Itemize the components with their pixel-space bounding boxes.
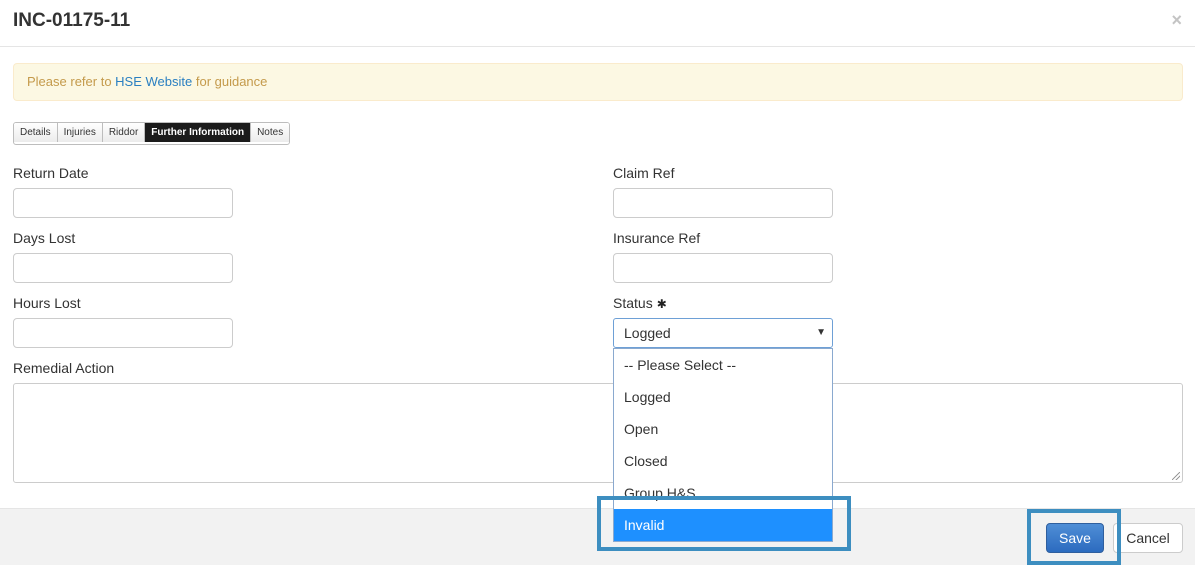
return-date-label: Return Date <box>13 165 89 181</box>
status-option-please-select[interactable]: -- Please Select -- <box>614 349 832 381</box>
tab-riddor[interactable]: Riddor <box>102 123 146 142</box>
required-icon: ✱ <box>656 297 667 311</box>
return-date-input[interactable] <box>13 188 233 218</box>
insurance-ref-label: Insurance Ref <box>613 230 701 246</box>
close-icon[interactable]: × <box>1171 11 1182 29</box>
status-option-open[interactable]: Open <box>614 413 832 445</box>
tab-bar: Details Injuries Riddor Further Informat… <box>13 122 291 145</box>
modal-title: INC-01175-11 <box>13 10 131 31</box>
tab-details[interactable]: Details <box>14 123 58 142</box>
alert-text-suffix: for guidance <box>192 74 268 89</box>
chevron-down-icon: ▼ <box>816 327 826 338</box>
insurance-ref-input[interactable] <box>613 253 833 283</box>
status-label: Status ✱ <box>613 295 667 311</box>
hse-website-link[interactable]: HSE Website <box>115 74 192 89</box>
alert-text-prefix: Please refer to <box>27 74 116 89</box>
remedial-action-textarea[interactable] <box>13 383 1183 483</box>
highlight-box-save-button <box>1027 509 1121 565</box>
hours-lost-label: Hours Lost <box>13 295 81 311</box>
status-label-text: Status <box>613 295 653 311</box>
modal-header: INC-01175-11 × <box>0 0 1195 47</box>
tab-injuries[interactable]: Injuries <box>57 123 103 142</box>
tab-notes[interactable]: Notes <box>251 123 290 142</box>
claim-ref-input[interactable] <box>613 188 833 218</box>
status-select[interactable]: Logged ▼ <box>613 318 833 348</box>
resize-grip-icon[interactable] <box>1172 472 1180 480</box>
guidance-alert: Please refer to HSE Website for guidance <box>13 63 1183 101</box>
remedial-action-label: Remedial Action <box>13 360 115 376</box>
tab-further-information[interactable]: Further Information <box>145 123 252 142</box>
status-option-logged[interactable]: Logged <box>614 381 832 413</box>
days-lost-label: Days Lost <box>13 230 76 246</box>
claim-ref-label: Claim Ref <box>613 165 675 181</box>
status-option-closed[interactable]: Closed <box>614 445 832 477</box>
status-selected-value: Logged <box>624 325 671 341</box>
highlight-box-invalid-option <box>597 496 851 551</box>
hours-lost-input[interactable] <box>13 318 233 348</box>
days-lost-input[interactable] <box>13 253 233 283</box>
cancel-button[interactable]: Cancel <box>1113 523 1183 553</box>
